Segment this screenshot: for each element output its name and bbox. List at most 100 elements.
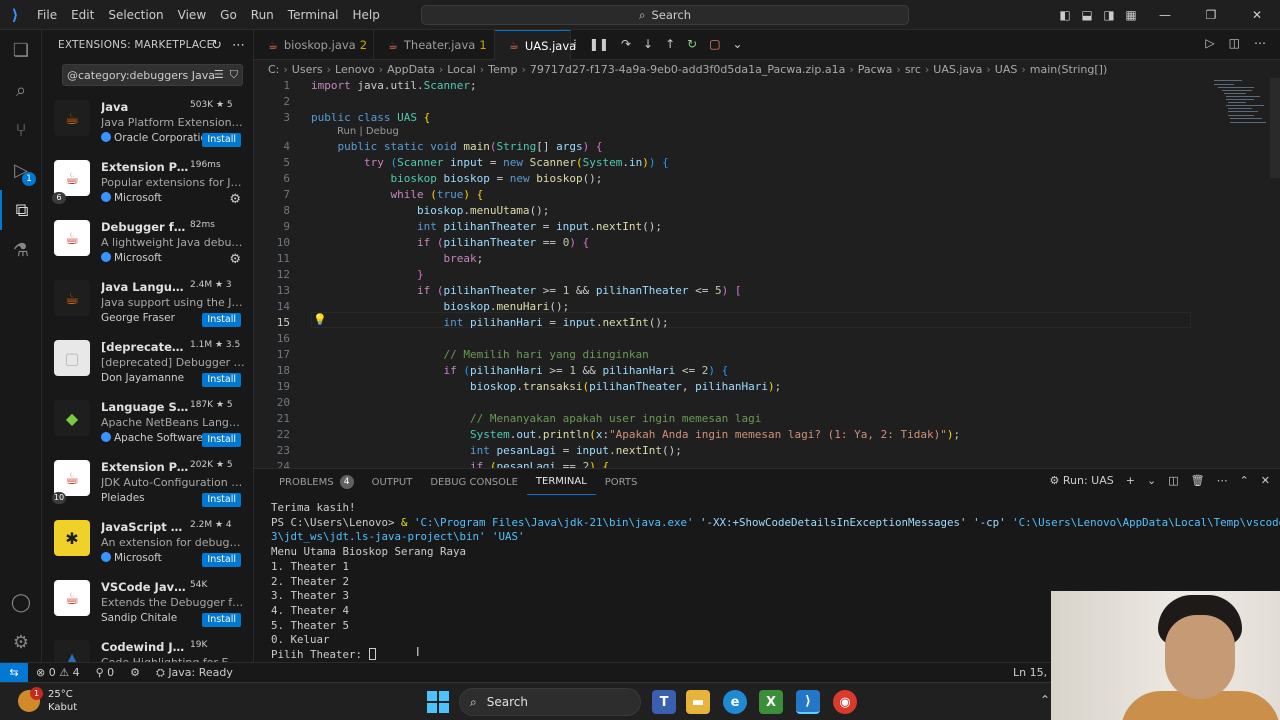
tab-bioskop-java[interactable]: ☕ bioskop.java 2 bbox=[254, 30, 374, 60]
code-line[interactable]: 22 System.out.println(x:"Apakah Anda ing… bbox=[254, 427, 1254, 443]
vscode-taskbar-icon[interactable]: ⟩ bbox=[796, 690, 820, 714]
code-line[interactable]: 8 bioskop.menuUtama(); bbox=[254, 203, 1254, 219]
extension-item[interactable]: ☕6 Extension Pack fo...196ms Popular exten… bbox=[42, 152, 253, 212]
breadcrumb-item[interactable]: UAS.java bbox=[933, 63, 982, 76]
more-actions-icon[interactable]: ⋯ bbox=[1254, 36, 1266, 50]
code-line[interactable]: 20 bbox=[254, 395, 1254, 411]
breadcrumb-item[interactable]: Local bbox=[447, 63, 476, 76]
menu-terminal[interactable]: Terminal bbox=[281, 0, 346, 30]
code-line[interactable]: 4 public static void main(String[] args)… bbox=[254, 139, 1254, 155]
more-actions-icon[interactable]: ⋯ bbox=[232, 38, 245, 53]
minimize-icon[interactable]: — bbox=[1142, 0, 1188, 30]
edge-icon[interactable]: e bbox=[723, 690, 747, 714]
breadcrumb-item[interactable]: UAS bbox=[995, 63, 1018, 76]
chevron-down-icon[interactable]: ⌄ bbox=[1147, 474, 1156, 487]
more-actions-icon[interactable]: ⋯ bbox=[1217, 474, 1228, 487]
extensions-icon[interactable]: ⧉ bbox=[0, 190, 42, 230]
customize-layout-icon[interactable]: ▦ bbox=[1120, 0, 1142, 30]
gear-icon[interactable]: ⚙ bbox=[229, 192, 241, 207]
codelens-run-debug[interactable]: Run | Debug bbox=[337, 126, 399, 140]
run-debug-icon[interactable]: ▷ 1 bbox=[0, 150, 42, 190]
tab-output[interactable]: OUTPUT bbox=[363, 469, 422, 495]
menu-run[interactable]: Run bbox=[244, 0, 281, 30]
menu-file[interactable]: File bbox=[30, 0, 64, 30]
code-line[interactable]: 3 public class UAS { bbox=[254, 110, 1254, 126]
extension-search-input[interactable]: @category:debuggers Java ☰ ⛉ bbox=[62, 64, 243, 86]
debug-status-icon[interactable]: ⚙ bbox=[122, 666, 148, 679]
install-button[interactable]: Install bbox=[202, 373, 241, 387]
code-line[interactable]: 10 if (pilihanTheater == 0) { bbox=[254, 235, 1254, 251]
chrome-icon[interactable]: ◉ bbox=[833, 690, 857, 714]
install-button[interactable]: Install bbox=[202, 433, 241, 447]
chevron-up-icon[interactable]: ⌃ bbox=[1040, 693, 1050, 707]
extension-item[interactable]: ☕10 Extension Pac...202K ★ 5 JDK Auto-Conf… bbox=[42, 452, 253, 512]
code-editor[interactable]: 1 import java.util.Scanner; 2 3 public class… bbox=[254, 78, 1280, 468]
code-line[interactable]: 12 } bbox=[254, 267, 1254, 283]
taskbar-search[interactable]: ⌕ Search bbox=[459, 688, 641, 716]
extension-item[interactable]: ☕ Java 503K ★ 5 Java Platform Extension f or… bbox=[42, 92, 253, 152]
breadcrumb-item[interactable]: Pacwa bbox=[858, 63, 893, 76]
breadcrumb-item[interactable]: Lenovo bbox=[335, 63, 375, 76]
code-line[interactable]: 16 bbox=[254, 331, 1254, 347]
breadcrumb-item[interactable]: Users bbox=[292, 63, 323, 76]
code-line[interactable]: 2 bbox=[254, 94, 1254, 110]
restore-icon[interactable]: ❐ bbox=[1188, 0, 1234, 30]
install-button[interactable]: Install bbox=[202, 493, 241, 507]
code-line[interactable]: 9 int pilihanTheater = input.nextInt(); bbox=[254, 219, 1254, 235]
code-line[interactable]: 5 try (Scanner input = new Scanner(Syste… bbox=[254, 155, 1254, 171]
toggle-primary-sidebar-icon[interactable]: ◧ bbox=[1054, 0, 1076, 30]
file-explorer-icon[interactable]: ▬ bbox=[686, 690, 710, 714]
stop-icon[interactable]: ▢ bbox=[709, 37, 720, 51]
code-line[interactable]: 14 bioskop.menuHari(); bbox=[254, 299, 1254, 315]
split-terminal-icon[interactable]: ◫ bbox=[1168, 474, 1178, 487]
tab-problems[interactable]: PROBLEMS 4 bbox=[270, 469, 363, 495]
filter-icon[interactable]: ⛉ bbox=[230, 68, 238, 82]
code-line[interactable]: 17 // Memilih hari yang diinginkan bbox=[254, 347, 1254, 363]
manage-gear-icon[interactable]: ⚙ bbox=[0, 622, 42, 662]
editor-scrollbar[interactable] bbox=[1270, 78, 1280, 178]
extension-item[interactable]: ✱ JavaScript De...2.2M ★ 4 An extension fo… bbox=[42, 512, 253, 572]
drag-handle-icon[interactable]: ⁞ bbox=[573, 37, 577, 51]
code-line[interactable]: 1 import java.util.Scanner; bbox=[254, 78, 1254, 94]
run-java-icon[interactable]: ▷ bbox=[1205, 36, 1214, 50]
install-button[interactable]: Install bbox=[202, 553, 241, 567]
breadcrumb-item[interactable]: 79717d27-f173-4a9a-9eb0-add3f0d5da1a_Pac… bbox=[530, 63, 845, 76]
weather-widget[interactable]: 1 25°C Kabut bbox=[18, 687, 77, 714]
lightbulb-icon[interactable]: 💡 bbox=[313, 313, 327, 326]
tab-theater-java[interactable]: ☕ Theater.java 1 bbox=[374, 30, 495, 60]
chevron-down-icon[interactable]: ⌄ bbox=[733, 37, 743, 51]
ports-status[interactable]: ⚲ 0 bbox=[88, 666, 123, 679]
command-center-search[interactable]: ⌕ Search bbox=[421, 5, 909, 25]
close-panel-icon[interactable]: ✕ bbox=[1261, 474, 1270, 487]
code-line[interactable]: 6 bioskop bioskop = new bioskop(); bbox=[254, 171, 1254, 187]
menu-edit[interactable]: Edit bbox=[64, 0, 101, 30]
step-out-icon[interactable]: ↑ bbox=[665, 37, 675, 51]
breadcrumb-item[interactable]: AppData bbox=[387, 63, 435, 76]
new-terminal-icon[interactable]: + bbox=[1126, 474, 1135, 487]
menu-selection[interactable]: Selection bbox=[101, 0, 170, 30]
close-icon[interactable]: ✕ bbox=[1234, 0, 1280, 30]
menu-view[interactable]: View bbox=[171, 0, 213, 30]
restart-icon[interactable]: ↻ bbox=[687, 37, 697, 51]
problems-status[interactable]: ⊗ 0 ⚠ 4 bbox=[28, 666, 88, 679]
breadcrumb-item[interactable]: main(String[]) bbox=[1030, 63, 1107, 76]
extension-item[interactable]: ☕ Java Languag...2.4M ★ 3 Java support usi… bbox=[42, 272, 253, 332]
toggle-secondary-sidebar-icon[interactable]: ◨ bbox=[1098, 0, 1120, 30]
testing-icon[interactable]: ⚗ bbox=[0, 230, 42, 270]
breadcrumb-item[interactable]: Temp bbox=[488, 63, 517, 76]
code-line[interactable]: 13 if (pilihanTheater >= 1 && pilihanThe… bbox=[254, 283, 1254, 299]
clear-filter-icon[interactable]: ☰ bbox=[214, 68, 224, 82]
code-line[interactable]: 19 bioskop.transaksi(pilihanTheater, pil… bbox=[254, 379, 1254, 395]
extension-item[interactable]: ☕ VSCode Java Debu...54K Extends the Debug… bbox=[42, 572, 253, 632]
maximize-panel-icon[interactable]: ⌃ bbox=[1240, 474, 1249, 487]
source-control-icon[interactable]: ⑂ bbox=[0, 110, 42, 150]
tab-uas-java[interactable]: ☕ UAS.java bbox=[495, 30, 576, 60]
excel-icon[interactable]: X bbox=[759, 690, 783, 714]
pause-icon[interactable]: ❚❚ bbox=[589, 37, 609, 51]
code-line[interactable]: 24 if (pesanLagi == 2) { bbox=[254, 459, 1254, 468]
extension-item[interactable]: ▢ [deprecated]... 1.1M ★ 3.5 [deprecated] D… bbox=[42, 332, 253, 392]
extension-item[interactable]: ◆ Language Ser...187K ★ 5 Apache NetBeans … bbox=[42, 392, 253, 452]
tab-ports[interactable]: PORTS bbox=[596, 469, 647, 495]
trash-icon[interactable]: 🗑 bbox=[1191, 474, 1205, 487]
run-uas-terminal[interactable]: ⚙ Run: UAS bbox=[1050, 474, 1114, 487]
